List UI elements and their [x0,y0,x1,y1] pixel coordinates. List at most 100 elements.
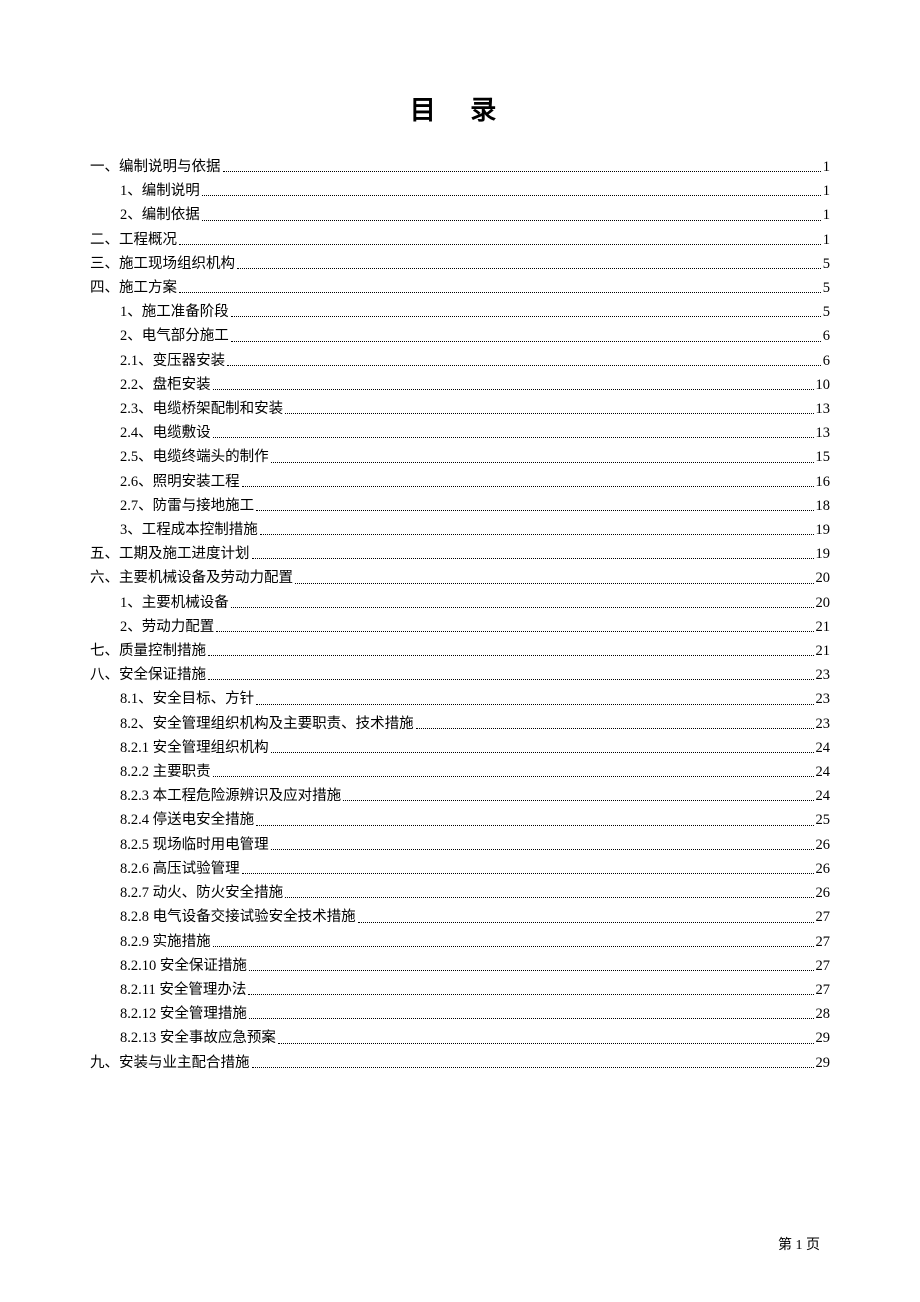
toc-leader-dots [285,897,813,898]
toc-entry-page: 5 [823,276,830,300]
toc-entry-page: 20 [816,591,831,615]
toc-entry-label: 2.2、盘柜安装 [120,373,211,397]
toc-entry: 8.2.4 停送电安全措施 25 [90,808,830,832]
toc-entry-label: 2.7、防雷与接地施工 [120,494,254,518]
page-footer: 第 1 页 [778,1234,820,1254]
toc-leader-dots [358,922,814,923]
toc-entry-label: 8.2.12 安全管理措施 [120,1002,247,1026]
toc-entry-label: 四、施工方案 [90,276,177,300]
toc-entry: 8.2.2 主要职责 24 [90,760,830,784]
toc-entry-label: 8.2.8 电气设备交接试验安全技术措施 [120,905,356,929]
toc-entry-label: 8.2.6 高压试验管理 [120,857,240,881]
toc-entry-page: 1 [823,179,830,203]
toc-entry-page: 24 [816,784,831,808]
toc-entry-page: 27 [816,954,831,978]
toc-entry: 2.6、照明安装工程 16 [90,470,830,494]
toc-entry-page: 23 [816,663,831,687]
toc-entry: 8.2.3 本工程危险源辨识及应对措施 24 [90,784,830,808]
toc-leader-dots [256,704,813,705]
toc-entry-label: 五、工期及施工进度计划 [90,542,250,566]
toc-entry: 六、主要机械设备及劳动力配置 20 [90,566,830,590]
toc-entry-label: 1、编制说明 [120,179,200,203]
toc-leader-dots [213,946,814,947]
toc-entry-label: 8.2.2 主要职责 [120,760,211,784]
toc-entry: 2、电气部分施工 6 [90,324,830,348]
toc-entry: 七、质量控制措施 21 [90,639,830,663]
toc-leader-dots [252,558,814,559]
toc-entry-label: 3、工程成本控制措施 [120,518,258,542]
toc-entry-page: 29 [816,1026,831,1050]
toc-entry: 1、编制说明 1 [90,179,830,203]
table-of-contents: 一、编制说明与依据 11、编制说明 12、编制依据 1二、工程概况 1三、施工现… [90,155,830,1075]
toc-entry-page: 1 [823,155,830,179]
toc-leader-dots [227,365,821,366]
toc-entry: 8.2.11 安全管理办法 27 [90,978,830,1002]
toc-entry-label: 8.2.13 安全事故应急预案 [120,1026,276,1050]
toc-entry: 8.2、安全管理组织机构及主要职责、技术措施 23 [90,712,830,736]
toc-entry: 九、安装与业主配合措施 29 [90,1051,830,1075]
toc-entry-page: 21 [816,615,831,639]
toc-entry-page: 24 [816,736,831,760]
toc-entry: 1、施工准备阶段 5 [90,300,830,324]
toc-leader-dots [231,341,821,342]
toc-entry-label: 8.2、安全管理组织机构及主要职责、技术措施 [120,712,414,736]
toc-entry-page: 27 [816,978,831,1002]
toc-leader-dots [260,534,814,535]
toc-leader-dots [202,195,821,196]
toc-entry-page: 20 [816,566,831,590]
toc-entry-label: 8.2.10 安全保证措施 [120,954,247,978]
toc-leader-dots [278,1043,814,1044]
toc-entry: 8.2.1 安全管理组织机构 24 [90,736,830,760]
toc-leader-dots [416,728,814,729]
toc-leader-dots [252,1067,814,1068]
toc-entry: 8.2.7 动火、防火安全措施 26 [90,881,830,905]
toc-leader-dots [285,413,813,414]
toc-entry-page: 27 [816,930,831,954]
toc-entry-page: 25 [816,808,831,832]
toc-leader-dots [237,268,821,269]
toc-entry-label: 2.6、照明安装工程 [120,470,240,494]
toc-entry-label: 8.2.3 本工程危险源辨识及应对措施 [120,784,341,808]
toc-entry-page: 29 [816,1051,831,1075]
toc-entry: 一、编制说明与依据 1 [90,155,830,179]
toc-entry: 2.5、电缆终端头的制作 15 [90,445,830,469]
toc-entry: 8.2.8 电气设备交接试验安全技术措施 27 [90,905,830,929]
toc-entry: 8.2.12 安全管理措施 28 [90,1002,830,1026]
toc-leader-dots [202,220,821,221]
toc-entry-label: 七、质量控制措施 [90,639,206,663]
toc-entry: 三、施工现场组织机构 5 [90,252,830,276]
toc-entry-label: 8.2.9 实施措施 [120,930,211,954]
toc-entry-label: 8.2.11 安全管理办法 [120,978,246,1002]
toc-leader-dots [213,776,814,777]
toc-entry-label: 8.2.4 停送电安全措施 [120,808,254,832]
toc-entry: 二、工程概况 1 [90,228,830,252]
toc-entry: 1、主要机械设备 20 [90,591,830,615]
toc-entry-page: 19 [816,518,831,542]
toc-entry: 8.2.5 现场临时用电管理 26 [90,833,830,857]
toc-entry-label: 1、施工准备阶段 [120,300,229,324]
toc-leader-dots [208,679,814,680]
toc-entry-label: 二、工程概况 [90,228,177,252]
toc-entry-label: 三、施工现场组织机构 [90,252,235,276]
toc-entry-label: 2.3、电缆桥架配制和安装 [120,397,283,421]
toc-entry-page: 6 [823,324,830,348]
toc-leader-dots [295,583,814,584]
toc-entry-page: 23 [816,687,831,711]
toc-entry-label: 2、编制依据 [120,203,200,227]
toc-leader-dots [271,752,814,753]
toc-entry-page: 26 [816,857,831,881]
toc-entry-label: 8.2.5 现场临时用电管理 [120,833,269,857]
toc-entry-page: 24 [816,760,831,784]
toc-leader-dots [223,171,821,172]
toc-entry-label: 2、劳动力配置 [120,615,214,639]
toc-entry: 五、工期及施工进度计划 19 [90,542,830,566]
toc-entry: 8.1、安全目标、方针 23 [90,687,830,711]
toc-entry-label: 8.2.1 安全管理组织机构 [120,736,269,760]
toc-entry-label: 八、安全保证措施 [90,663,206,687]
toc-entry: 8.2.6 高压试验管理 26 [90,857,830,881]
toc-leader-dots [343,800,813,801]
toc-leader-dots [271,849,814,850]
toc-entry: 四、施工方案 5 [90,276,830,300]
toc-leader-dots [179,292,821,293]
toc-entry: 2.1、变压器安装 6 [90,349,830,373]
